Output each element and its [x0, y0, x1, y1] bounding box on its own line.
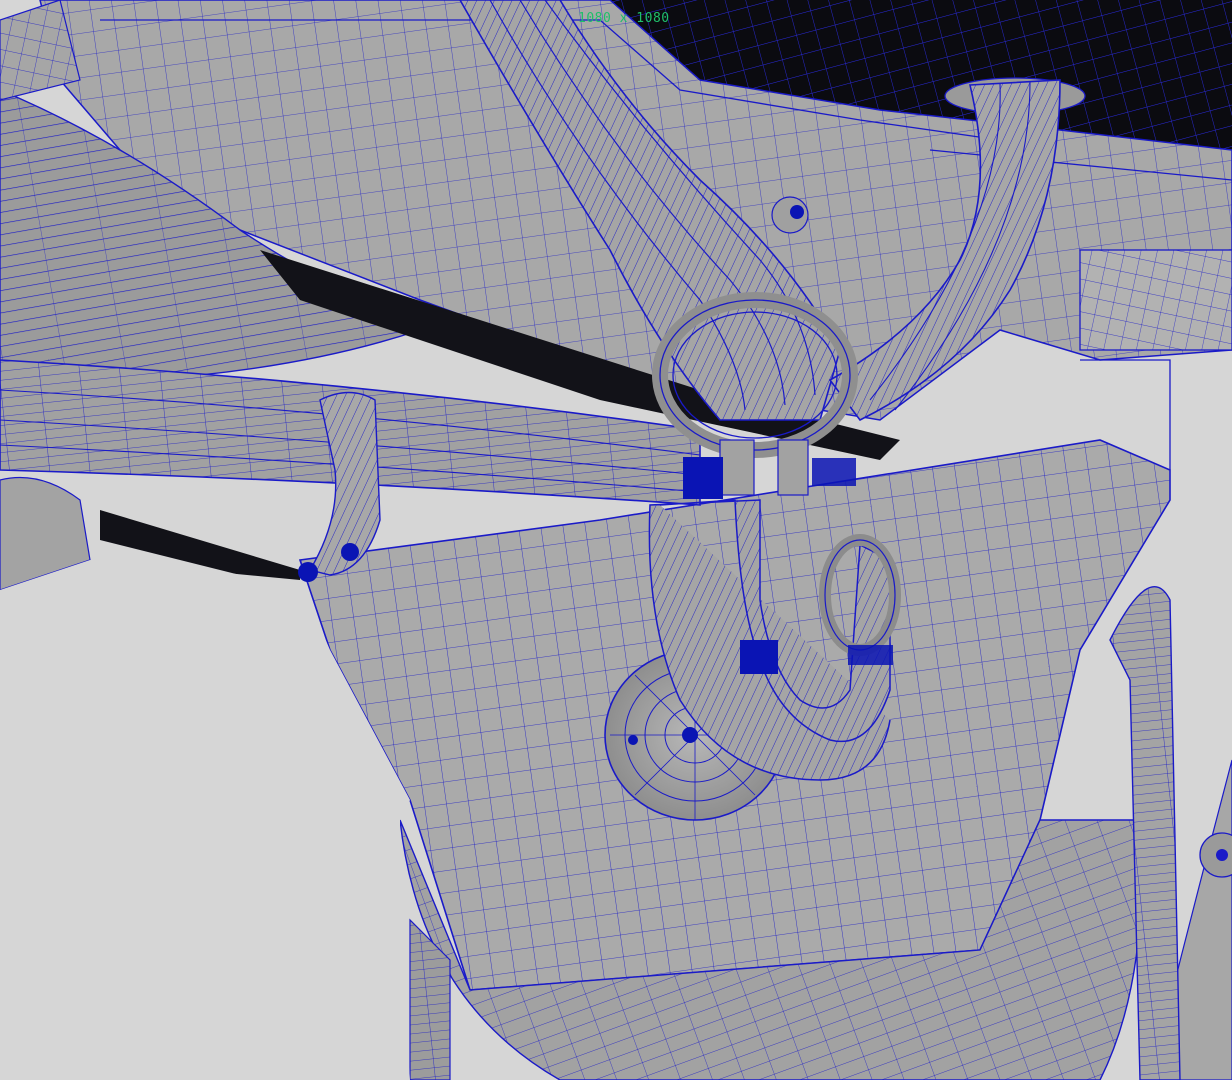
wireframe-scene[interactable] [0, 0, 1232, 1080]
3d-viewport[interactable]: 1080 x 1080 [0, 0, 1232, 1080]
